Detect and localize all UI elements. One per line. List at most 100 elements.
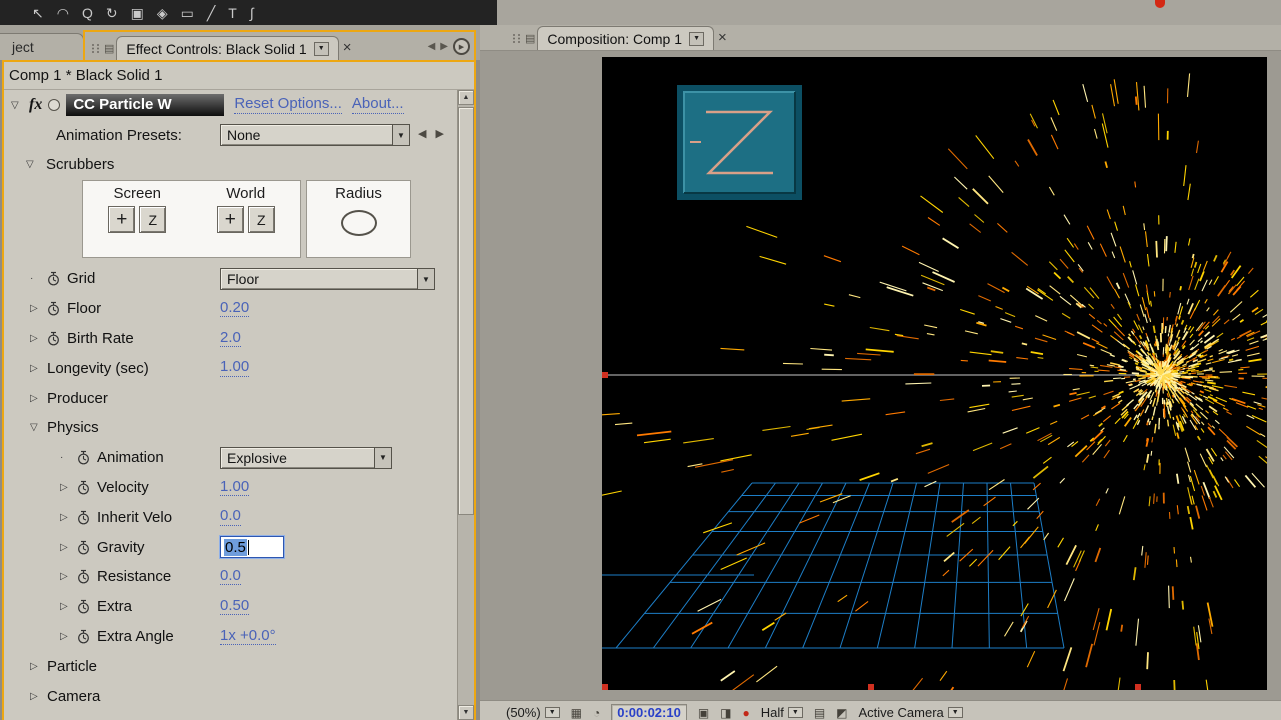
expander-icon[interactable]: ▷ (60, 571, 77, 582)
mask-tool-icon[interactable]: ▭ (181, 6, 194, 20)
stopwatch-icon[interactable] (77, 629, 97, 644)
transparency-grid-icon[interactable]: ◩ (836, 706, 847, 720)
layer-handle[interactable] (602, 684, 608, 690)
stopwatch-icon[interactable] (77, 540, 97, 555)
resolution-dropdown[interactable]: Half ▼ (761, 705, 803, 720)
panel-menu-icon[interactable]: ▶ (453, 38, 470, 55)
value-inherit-velo[interactable]: 0.0 (220, 508, 241, 526)
next-panel-icon[interactable]: ▶ (440, 41, 448, 52)
edit-field-gravity[interactable]: 0.5 (220, 536, 284, 559)
property-row-grid: · Grid Floor ▼ (4, 264, 457, 294)
effect-name[interactable]: CC Particle W (66, 94, 225, 116)
expander-icon[interactable]: ▷ (60, 512, 77, 523)
tab-menu-icon[interactable]: ▼ (689, 31, 705, 46)
expander-icon[interactable]: ▷ (60, 482, 77, 493)
animation-presets-dropdown[interactable]: None ▼ (220, 124, 410, 146)
chevron-down-icon[interactable]: ▼ (392, 125, 409, 145)
region-of-interest-icon[interactable]: ▤ (814, 706, 825, 720)
radius-scrubber-button[interactable] (340, 210, 377, 236)
scrollbar-thumb[interactable] (458, 107, 474, 515)
expander-icon[interactable]: ▽ (30, 422, 47, 433)
value-extra-angle[interactable]: 1x +0.0° (220, 627, 276, 646)
show-snapshot-icon[interactable]: ◨ (720, 706, 731, 720)
stopwatch-icon[interactable] (47, 271, 67, 286)
stopwatch-icon[interactable] (77, 450, 97, 465)
camera-view-dropdown[interactable]: Active Camera ▼ (859, 705, 963, 720)
layer-handle[interactable] (868, 684, 874, 690)
comp-canvas[interactable] (602, 57, 1267, 690)
stopwatch-icon[interactable] (77, 569, 97, 584)
expander-icon[interactable]: ▷ (60, 601, 77, 612)
tab-composition[interactable]: Composition: Comp 1 ▼ (537, 26, 715, 50)
expander-icon[interactable]: ▷ (30, 333, 47, 344)
previous-preset-icon[interactable]: ◀ (418, 127, 426, 140)
tab-menu-icon[interactable]: ▼ (313, 41, 329, 56)
prev-panel-icon[interactable]: ◀ (428, 41, 436, 52)
zoom-tool-icon[interactable]: Q (82, 6, 93, 20)
effect-enabled-icon[interactable] (48, 99, 61, 111)
selection-tool-icon[interactable]: ↖ (32, 6, 44, 20)
expander-icon[interactable]: ▷ (30, 303, 47, 314)
type-tool-icon[interactable]: T (228, 6, 237, 20)
magnification-dropdown[interactable]: (50%) ▼ (506, 705, 560, 720)
close-tab-icon[interactable]: × (343, 39, 352, 56)
scrollbar[interactable]: ▲ ▼ (457, 90, 474, 720)
dropdown-animation[interactable]: Explosive ▼ (220, 446, 392, 469)
value-resistance[interactable]: 0.0 (220, 567, 241, 586)
scrubbers-twirl-icon[interactable]: ▽ (26, 159, 38, 170)
chevron-down-icon[interactable]: ▼ (374, 447, 391, 468)
reset-options-link[interactable]: Reset Options... (234, 96, 342, 114)
grid-options-icon[interactable]: ▦ (571, 706, 582, 720)
layer-handle[interactable] (1135, 684, 1141, 690)
stopwatch-icon[interactable] (47, 301, 67, 316)
row-indent (4, 427, 30, 428)
radius-label: Radius (335, 185, 382, 202)
tab-effect-controls[interactable]: Effect Controls: Black Solid 1 ▼ (116, 36, 339, 60)
value-extra[interactable]: 0.50 (220, 597, 250, 616)
brush-tool-icon[interactable]: ∫ (250, 6, 254, 20)
value-floor[interactable]: 0.20 (220, 299, 250, 318)
chevron-down-icon: ▼ (947, 707, 963, 718)
scroll-down-icon[interactable]: ▼ (458, 705, 474, 720)
pan-behind-tool-icon[interactable]: ◈ (157, 6, 168, 20)
stopwatch-icon[interactable] (77, 510, 97, 525)
stopwatch-icon[interactable] (77, 480, 97, 495)
world-xy-scrubber-button[interactable]: + (216, 206, 244, 233)
fx-badge-icon[interactable]: fx (29, 96, 42, 114)
expander-icon[interactable]: ▷ (30, 363, 47, 374)
stopwatch-icon[interactable] (77, 599, 97, 614)
pen-tool-icon[interactable]: ╱ (207, 6, 215, 20)
hand-tool-icon[interactable]: ◠ (57, 6, 69, 20)
value-longevity-sec[interactable]: 1.00 (220, 359, 250, 377)
show-channel-icon[interactable]: ● (743, 706, 750, 720)
about-link[interactable]: About... (351, 96, 404, 114)
expander-icon[interactable]: ▷ (30, 393, 47, 404)
app-window: ↖ ◠ Q ↻ ▣ ◈ ▭ ╱ T ∫ ject ▤ Effect Contro… (0, 0, 1281, 720)
mask-visibility-icon[interactable]: ◔ (593, 706, 600, 720)
next-preset-icon[interactable]: ▶ (435, 127, 443, 140)
panel-grip-icon[interactable] (512, 33, 521, 44)
close-tab-icon[interactable]: × (718, 29, 727, 46)
expander-icon[interactable]: ▷ (60, 542, 77, 553)
screen-xy-scrubber-button[interactable]: + (108, 206, 136, 233)
chevron-down-icon[interactable]: ▼ (417, 269, 434, 289)
dropdown-grid[interactable]: Floor ▼ (220, 268, 435, 290)
panel-grip-icon[interactable] (91, 43, 100, 54)
current-time[interactable]: 0:00:02:10 (611, 704, 687, 720)
value-birth-rate[interactable]: 2.0 (220, 329, 241, 348)
stopwatch-icon[interactable] (47, 331, 67, 346)
camera-tool-icon[interactable]: ▣ (131, 6, 144, 20)
scrollbar-track[interactable] (458, 105, 474, 705)
screen-z-scrubber-button[interactable]: Z (139, 206, 167, 233)
layer-handle[interactable] (602, 372, 608, 378)
expander-icon[interactable]: ▷ (60, 631, 77, 642)
value-velocity[interactable]: 1.00 (220, 478, 250, 497)
expander-icon[interactable]: ▷ (30, 691, 47, 702)
rotation-tool-icon[interactable]: ↻ (106, 6, 118, 20)
tab-project[interactable]: ject (0, 33, 84, 60)
world-z-scrubber-button[interactable]: Z (247, 206, 275, 233)
effect-twirl-icon[interactable]: ▽ (11, 100, 23, 111)
snapshot-icon[interactable]: ▣ (698, 706, 709, 720)
scroll-up-icon[interactable]: ▲ (458, 90, 474, 105)
expander-icon[interactable]: ▷ (30, 661, 47, 672)
